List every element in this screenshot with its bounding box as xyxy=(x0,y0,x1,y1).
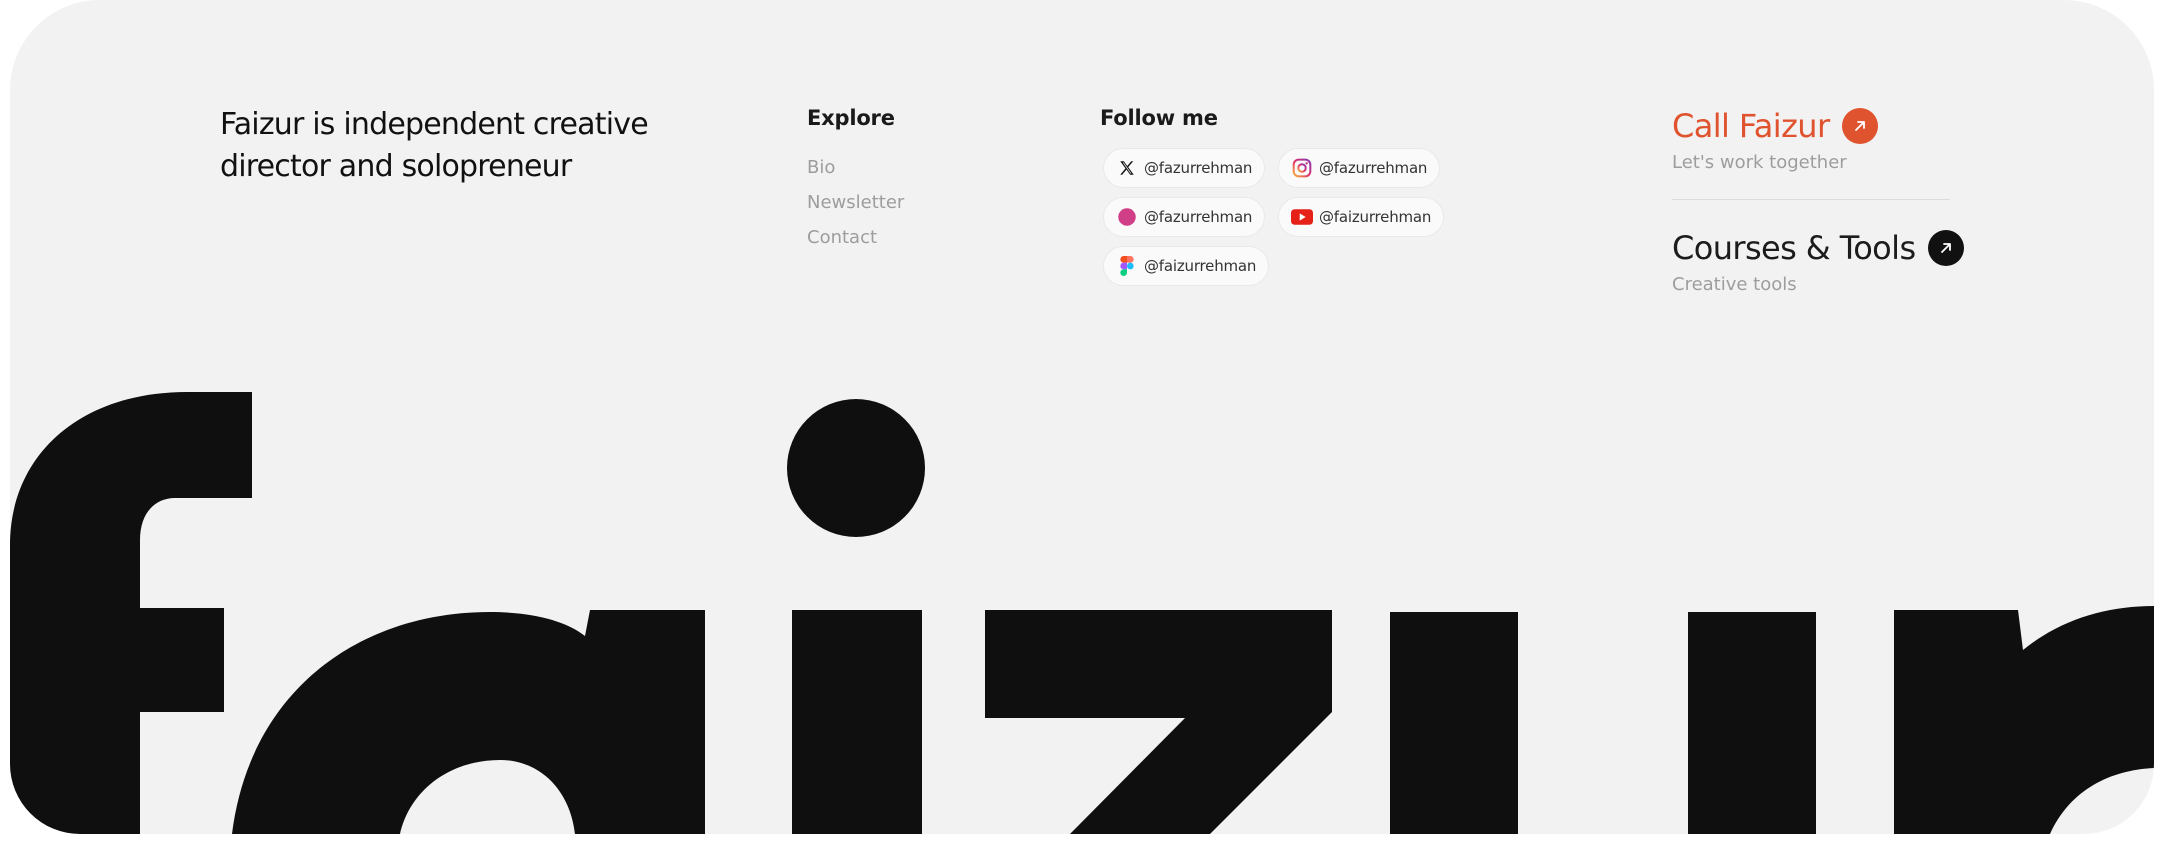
faizur-wordmark-logo xyxy=(10,392,2154,834)
footer-card: Faizur is independent creative director … xyxy=(10,0,2154,834)
